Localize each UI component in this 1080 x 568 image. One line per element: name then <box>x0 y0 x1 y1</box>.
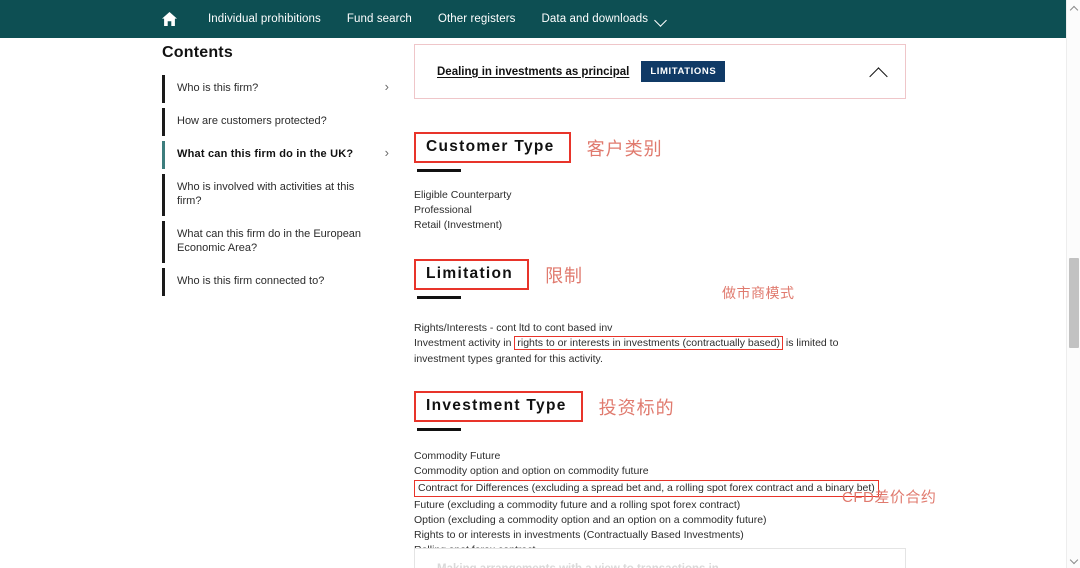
chevron-right-icon: › <box>384 145 389 160</box>
customer-type-annotation-cn: 客户类别 <box>586 138 663 159</box>
limitation-body: Rights/Interests - cont ltd to cont base… <box>414 321 906 367</box>
vertical-scrollbar[interactable] <box>1066 0 1080 568</box>
investment-type-heading-row: Investment Type 投资标的 <box>414 391 906 422</box>
sidebar-item-who-is-this-firm-connected-to[interactable]: Who is this firm connected to? <box>162 268 397 296</box>
limitations-badge[interactable]: LIMITATIONS <box>641 61 726 82</box>
chevron-right-icon: › <box>384 79 389 94</box>
main-content: Dealing in investments as principal LIMI… <box>414 44 936 568</box>
customer-type-heading-row: Customer Type 客户类别 <box>414 132 906 163</box>
customer-type-values: Eligible Counterparty Professional Retai… <box>414 188 906 233</box>
list-item: Rights to or interests in investments (C… <box>414 529 744 541</box>
nav-item-data-and-downloads[interactable]: Data and downloads <box>542 13 668 25</box>
sidebar-title: Contents <box>162 44 233 61</box>
scroll-down-arrow-icon[interactable] <box>1067 554 1080 568</box>
permission-panel-title[interactable]: Dealing in investments as principal <box>437 66 629 78</box>
top-navigation-bar: Individual prohibitions Fund search Othe… <box>0 0 1066 38</box>
limitation-highlighted-phrase: rights to or interests in investments (c… <box>514 336 783 350</box>
heading-underline-rule <box>417 169 461 172</box>
heading-underline-rule <box>417 428 461 431</box>
sidebar-item-label: Who is this firm? <box>177 82 259 94</box>
section-limitation: Limitation 限制 做市商模式 Rights/Interests - c… <box>414 259 906 367</box>
scrollbar-thumb[interactable] <box>1069 258 1079 348</box>
nav-item-data-and-downloads-label: Data and downloads <box>541 13 649 25</box>
sidebar-item-label: What can this firm do in the European Ec… <box>177 228 362 254</box>
section-investment-type: Investment Type 投资标的 CFD差价合约 Commodity F… <box>414 391 936 568</box>
nav-item-fund-search[interactable]: Fund search <box>347 13 412 25</box>
heading-underline-rule <box>417 296 461 299</box>
cfd-annotation-cn: CFD差价合约 <box>842 489 937 506</box>
limitation-line-1: Rights/Interests - cont ltd to cont base… <box>414 322 613 334</box>
next-permission-panel-title[interactable]: Making arrangements with a view to trans… <box>415 549 905 568</box>
sidebar-item-who-is-involved-with-activities[interactable]: Who is involved with activities at this … <box>162 174 397 216</box>
sidebar-item-what-can-this-firm-do-in-eea[interactable]: What can this firm do in the European Ec… <box>162 221 397 263</box>
investment-type-annotation-cn: 投资标的 <box>598 397 675 418</box>
next-permission-panel[interactable]: Making arrangements with a view to trans… <box>414 548 906 568</box>
sidebar-contents: Contents Who is this firm? › How are cus… <box>162 44 397 301</box>
sidebar-item-how-are-customers-protected[interactable]: How are customers protected? <box>162 108 397 136</box>
customer-type-heading: Customer Type <box>414 132 571 163</box>
list-item: Professional <box>414 204 472 216</box>
chevron-up-icon[interactable] <box>870 67 887 77</box>
market-maker-annotation-cn: 做市商模式 <box>722 285 795 301</box>
limitation-para-before: Investment activity in <box>414 337 512 349</box>
sidebar-item-label: Who is involved with activities at this … <box>177 181 355 207</box>
nav-item-other-registers[interactable]: Other registers <box>438 13 516 25</box>
list-item: Commodity option and option on commodity… <box>414 465 649 477</box>
page-root: Individual prohibitions Fund search Othe… <box>0 0 1080 568</box>
investment-type-heading: Investment Type <box>414 391 583 422</box>
sidebar-item-label: How are customers protected? <box>177 115 327 127</box>
sidebar-item-what-can-this-firm-do-in-the-uk[interactable]: What can this firm do in the UK? › <box>162 141 397 169</box>
home-icon[interactable] <box>160 10 178 28</box>
chevron-down-icon <box>656 16 667 23</box>
sidebar-item-label: Who is this firm connected to? <box>177 275 325 287</box>
limitation-heading: Limitation <box>414 259 530 290</box>
limitation-annotation-cn: 限制 <box>545 265 584 286</box>
scroll-up-arrow-icon[interactable] <box>1067 2 1080 16</box>
cfd-highlighted-text: Contract for Differences (excluding a sp… <box>414 480 879 497</box>
nav-items: Individual prohibitions Fund search Othe… <box>208 13 667 25</box>
list-item: Future (excluding a commodity future and… <box>414 499 741 511</box>
list-item: Option (excluding a commodity option and… <box>414 514 767 526</box>
nav-item-individual-prohibitions[interactable]: Individual prohibitions <box>208 13 321 25</box>
limitation-heading-row: Limitation 限制 <box>414 259 906 290</box>
limitation-paragraph: Investment activity in rights to or inte… <box>414 336 884 367</box>
list-item: Retail (Investment) <box>414 219 503 231</box>
section-customer-type: Customer Type 客户类别 Eligible Counterparty… <box>414 132 906 233</box>
list-item: Eligible Counterparty <box>414 189 512 201</box>
list-item-highlighted: Contract for Differences (excluding a sp… <box>414 480 906 497</box>
permission-panel-header[interactable]: Dealing in investments as principal LIMI… <box>414 44 906 99</box>
sidebar-item-who-is-this-firm[interactable]: Who is this firm? › <box>162 75 397 103</box>
sidebar-item-label: What can this firm do in the UK? <box>177 148 354 160</box>
list-item: Commodity Future <box>414 450 501 462</box>
